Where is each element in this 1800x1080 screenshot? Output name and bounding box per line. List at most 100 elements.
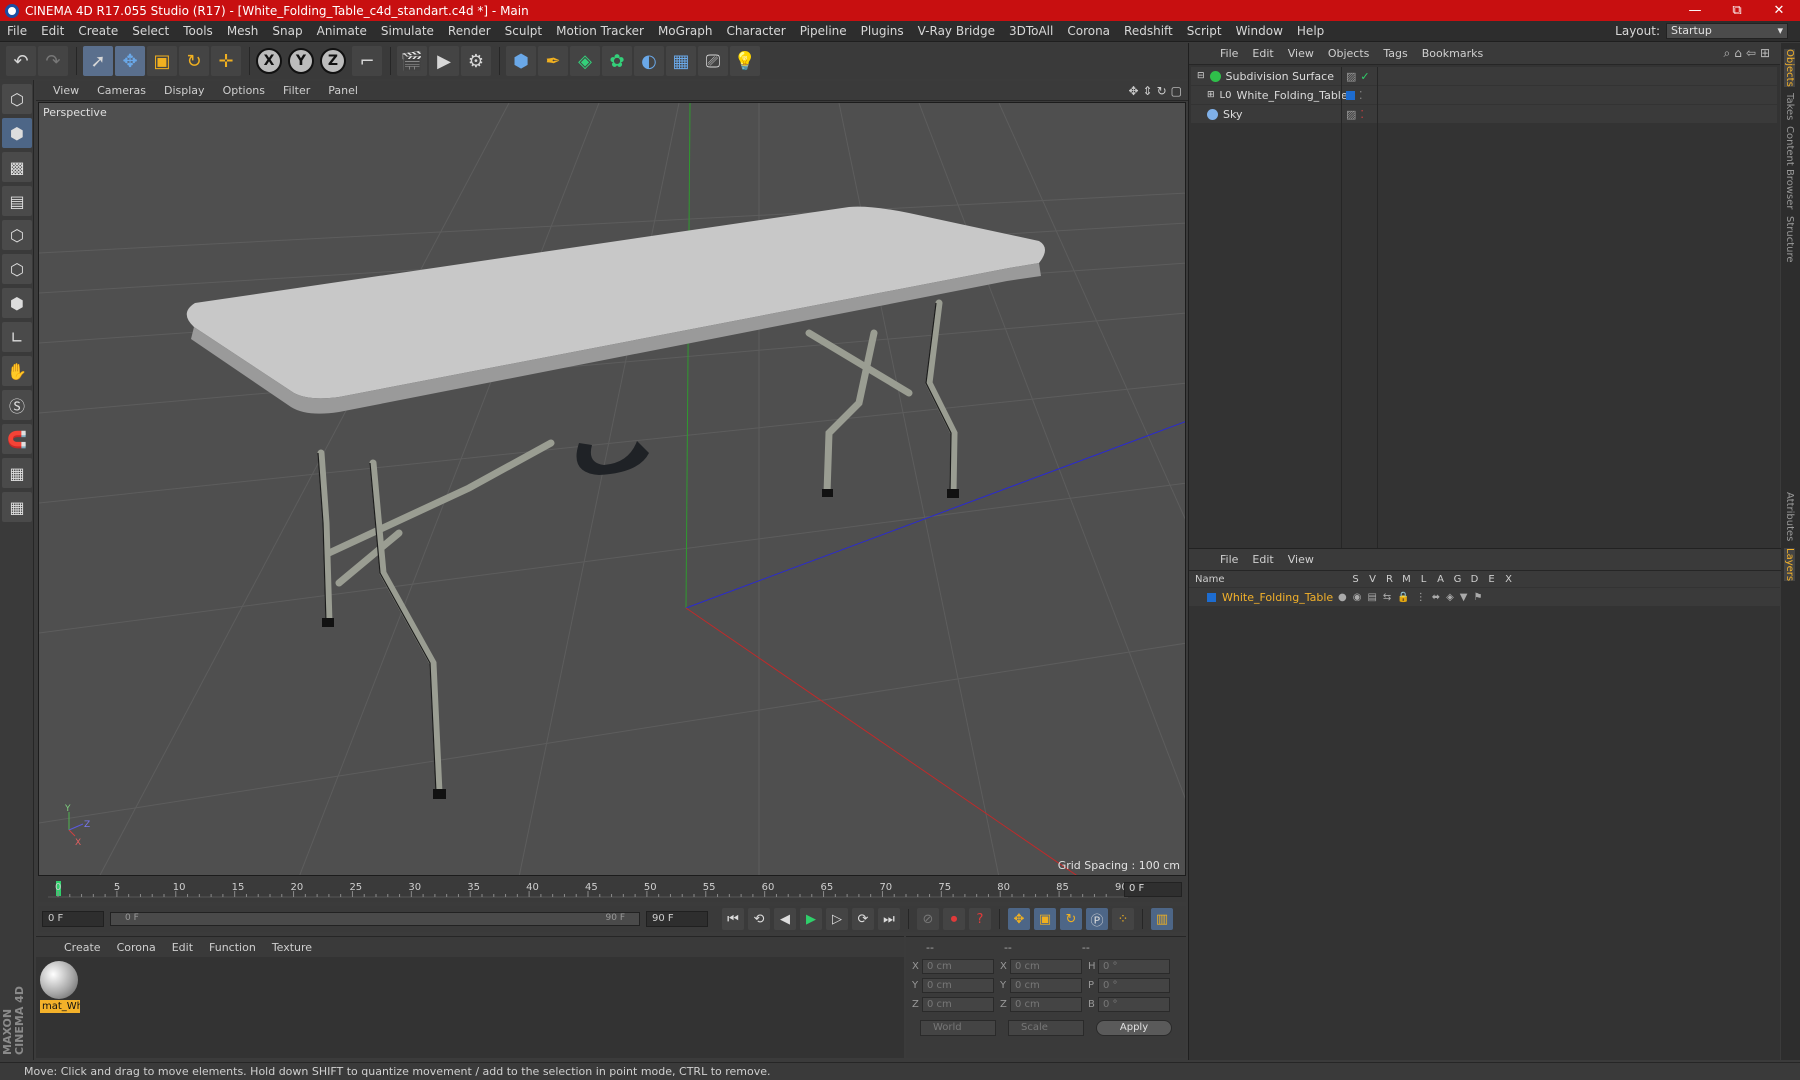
- menu-3dtoall[interactable]: 3DToAll: [1002, 24, 1060, 38]
- edges-mode-icon[interactable]: ⬡: [2, 254, 32, 284]
- camera-icon[interactable]: ⎚: [698, 46, 728, 76]
- viewport-menu-cameras[interactable]: Cameras: [88, 84, 155, 97]
- size-y-field[interactable]: 0 cm: [1010, 978, 1082, 993]
- home-icon[interactable]: ⌂: [1734, 46, 1746, 60]
- menu-script[interactable]: Script: [1180, 24, 1229, 38]
- menu-vray-bridge[interactable]: V-Ray Bridge: [911, 24, 1002, 38]
- zoom-icon[interactable]: ⇕: [1143, 84, 1153, 98]
- menu-simulate[interactable]: Simulate: [374, 24, 441, 38]
- tab-objects[interactable]: Objects: [1784, 49, 1795, 87]
- menu-render[interactable]: Render: [441, 24, 498, 38]
- subdivision-icon[interactable]: ◈: [570, 46, 600, 76]
- current-frame-field[interactable]: 0 F: [1124, 882, 1182, 897]
- minimize-button[interactable]: —: [1674, 3, 1716, 18]
- record-icon[interactable]: ⏺: [943, 908, 965, 930]
- render-dots-icon[interactable]: ⁚: [1360, 108, 1364, 121]
- menu-mesh[interactable]: Mesh: [220, 24, 266, 38]
- next-frame-icon[interactable]: ▷: [826, 908, 848, 930]
- menu-help[interactable]: Help: [1290, 24, 1331, 38]
- axis-mode-icon[interactable]: ∟: [2, 322, 32, 352]
- menu-create[interactable]: Create: [71, 24, 125, 38]
- viewport-menu-view[interactable]: View: [44, 84, 88, 97]
- expand-icon[interactable]: ⊞: [1207, 90, 1215, 100]
- key-scale-icon[interactable]: ▣: [1034, 908, 1056, 930]
- render-picture-viewer-icon[interactable]: ▶: [429, 46, 459, 76]
- model-mode-icon[interactable]: ⬢: [2, 118, 32, 148]
- end-frame-field[interactable]: 90 F: [646, 911, 708, 927]
- viewport-menu-display[interactable]: Display: [155, 84, 214, 97]
- key-parameter-icon[interactable]: Ⓟ: [1086, 908, 1108, 930]
- search-icon[interactable]: ⌕: [1724, 46, 1735, 60]
- locked-workplane-icon[interactable]: ▦: [2, 492, 32, 522]
- viewport-menu-options[interactable]: Options: [214, 84, 274, 97]
- cube-icon[interactable]: ⬢: [506, 46, 536, 76]
- lm-menu-view[interactable]: View: [1281, 553, 1321, 566]
- om-menu-edit[interactable]: Edit: [1245, 47, 1280, 60]
- rotation-h-field[interactable]: 0 °: [1098, 959, 1170, 974]
- position-z-field[interactable]: 0 cm: [922, 997, 994, 1012]
- layout-dropdown[interactable]: Startup: [1666, 23, 1788, 39]
- tab-content-browser[interactable]: Content Browser: [1784, 126, 1795, 209]
- viewport-menu-panel[interactable]: Panel: [319, 84, 367, 97]
- tab-structure[interactable]: Structure: [1784, 216, 1795, 263]
- menu-pipeline[interactable]: Pipeline: [793, 24, 854, 38]
- frame-range-slider[interactable]: 0 F 90 F: [110, 912, 640, 926]
- material-menu-function[interactable]: Function: [201, 941, 264, 954]
- timeline-ruler[interactable]: 0 5 10 15 20 25 30 35 40 45 50 55 60 65 70 75 80 85 90 0 F: [38, 877, 1186, 902]
- points-mode-icon[interactable]: ⬡: [2, 220, 32, 250]
- key-point-level-icon[interactable]: ⁘: [1112, 908, 1134, 930]
- array-icon[interactable]: ✿: [602, 46, 632, 76]
- make-editable-icon[interactable]: ⬡: [2, 84, 32, 114]
- size-z-field[interactable]: 0 cm: [1010, 997, 1082, 1012]
- move-icon[interactable]: ✥: [115, 46, 145, 76]
- solo-icon[interactable]: Ⓢ: [2, 390, 32, 420]
- om-menu-view[interactable]: View: [1281, 47, 1321, 60]
- om-menu-bookmarks[interactable]: Bookmarks: [1415, 47, 1490, 60]
- lm-menu-file[interactable]: File: [1213, 553, 1245, 566]
- start-frame-field[interactable]: 0 F: [42, 911, 104, 927]
- rotation-b-field[interactable]: 0 °: [1098, 997, 1170, 1012]
- go-to-start-icon[interactable]: ⏮: [722, 908, 744, 930]
- key-rotation-icon[interactable]: ↻: [1060, 908, 1082, 930]
- object-row-white-folding-table[interactable]: ⊞ L0 White_Folding_Table ⁚: [1191, 86, 1777, 105]
- pan-icon[interactable]: ✥: [1128, 84, 1138, 98]
- object-row-sky[interactable]: Sky ▨ ⁚: [1191, 105, 1777, 124]
- coordinate-space-dropdown[interactable]: World: [920, 1020, 996, 1036]
- floor-icon[interactable]: ▦: [666, 46, 696, 76]
- live-select-icon[interactable]: ✛: [211, 46, 241, 76]
- scale-icon[interactable]: ▣: [147, 46, 177, 76]
- menu-animate[interactable]: Animate: [310, 24, 374, 38]
- om-menu-objects[interactable]: Objects: [1321, 47, 1377, 60]
- light-icon[interactable]: 💡: [730, 46, 760, 76]
- select-icon[interactable]: ➚: [83, 46, 113, 76]
- menu-mograph[interactable]: MoGraph: [651, 24, 720, 38]
- key-position-icon[interactable]: ✥: [1008, 908, 1030, 930]
- menu-file[interactable]: File: [0, 24, 34, 38]
- om-menu-file[interactable]: File: [1213, 47, 1245, 60]
- record-disabled-icon[interactable]: ⊘: [917, 908, 939, 930]
- enabled-check-icon[interactable]: ✓: [1360, 70, 1369, 83]
- rotation-p-field[interactable]: 0 °: [1098, 978, 1170, 993]
- position-y-field[interactable]: 0 cm: [922, 978, 994, 993]
- y-axis-icon[interactable]: Y: [288, 48, 314, 74]
- workplane-icon[interactable]: ▤: [2, 186, 32, 216]
- menu-window[interactable]: Window: [1229, 24, 1290, 38]
- snap-icon[interactable]: 🧲: [2, 424, 32, 454]
- viewport-menu-filter[interactable]: Filter: [274, 84, 319, 97]
- previous-key-icon[interactable]: ⟲: [748, 908, 770, 930]
- menu-sculpt[interactable]: Sculpt: [498, 24, 549, 38]
- menu-motion-tracker[interactable]: Motion Tracker: [549, 24, 651, 38]
- apply-button[interactable]: Apply: [1096, 1020, 1172, 1036]
- perspective-viewport[interactable]: Y Z X Perspective Grid Spacing : 100 cm: [38, 102, 1186, 876]
- back-icon[interactable]: ⇦: [1746, 46, 1760, 60]
- previous-frame-icon[interactable]: ◀: [774, 908, 796, 930]
- visibility-dots-icon[interactable]: ⁚: [1359, 89, 1363, 102]
- undo-icon[interactable]: ↶: [6, 46, 36, 76]
- menu-edit[interactable]: Edit: [34, 24, 71, 38]
- material-menu-edit[interactable]: Edit: [164, 941, 201, 954]
- z-axis-icon[interactable]: Z: [320, 48, 346, 74]
- pen-icon[interactable]: ✒: [538, 46, 568, 76]
- coordinate-system-icon[interactable]: ⌐: [352, 46, 382, 76]
- layer-flag-icons[interactable]: ●◉▤⇆🔒⋮⬌◈▼⚑: [1338, 592, 1488, 603]
- x-axis-icon[interactable]: X: [256, 48, 282, 74]
